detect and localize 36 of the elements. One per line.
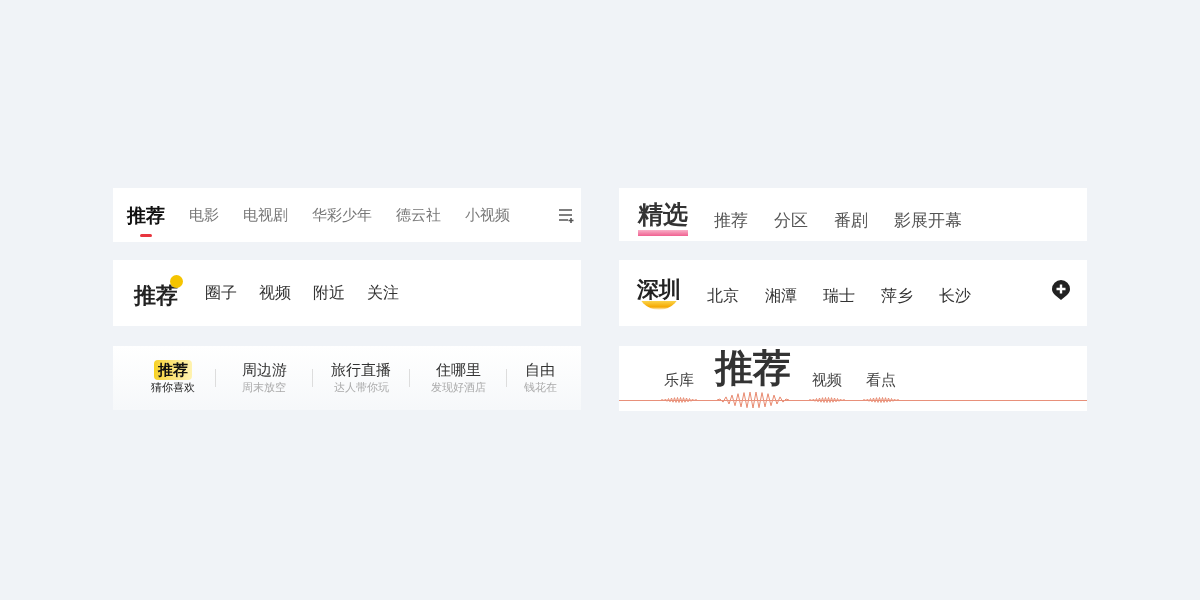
tab[interactable]: 长沙 xyxy=(939,284,971,308)
tab[interactable]: 番剧 xyxy=(834,207,868,234)
tab[interactable]: 推荐 xyxy=(134,275,183,311)
tab[interactable]: 乐库 xyxy=(661,370,697,410)
tab[interactable]: 瑞士 xyxy=(823,284,855,308)
tab[interactable]: 视频 xyxy=(259,281,291,305)
tab[interactable]: 视频 xyxy=(809,370,845,410)
tab[interactable]: 住哪里 发现好酒店 xyxy=(410,360,506,396)
tab-subtitle: 达人带你玩 xyxy=(333,380,389,396)
tab[interactable]: 旅行直播 达人带你玩 xyxy=(313,360,409,396)
tab[interactable]: 附近 xyxy=(313,281,345,305)
tab[interactable]: 看点 xyxy=(863,370,899,410)
tab[interactable]: 推荐 猜你喜欢 xyxy=(131,360,215,396)
tab[interactable]: 萍乡 xyxy=(881,284,913,308)
tab-subtitle: 钱花在 xyxy=(523,380,557,396)
tab[interactable]: 电影 xyxy=(189,203,219,227)
menu-icon[interactable] xyxy=(558,206,575,224)
tab[interactable]: 电视剧 xyxy=(243,203,288,227)
tab[interactable]: 关注 xyxy=(367,281,399,305)
tab[interactable]: 分区 xyxy=(774,207,808,234)
tab-subtitle: 猜你喜欢 xyxy=(151,380,195,396)
tab[interactable]: 影展开幕 xyxy=(894,207,962,234)
tab[interactable]: 德云社 xyxy=(396,203,441,227)
tab-subtitle: 周末放空 xyxy=(242,380,286,396)
tab[interactable]: 小视频 xyxy=(465,203,510,227)
tab[interactable]: 华彩少年 xyxy=(312,203,372,227)
tab[interactable]: 推荐 xyxy=(715,346,791,410)
tab[interactable]: 自由 钱花在 xyxy=(507,360,559,396)
tab[interactable]: 圈子 xyxy=(205,281,237,305)
tab[interactable]: 推荐 xyxy=(127,202,165,237)
tab[interactable]: 推荐 xyxy=(714,207,748,234)
tab-subtitle: 发现好酒店 xyxy=(430,380,486,396)
add-icon[interactable] xyxy=(1051,279,1071,301)
tab[interactable]: 湘潭 xyxy=(765,284,797,308)
tab[interactable]: 北京 xyxy=(707,284,739,308)
tab[interactable]: 周边游 周末放空 xyxy=(216,360,312,396)
